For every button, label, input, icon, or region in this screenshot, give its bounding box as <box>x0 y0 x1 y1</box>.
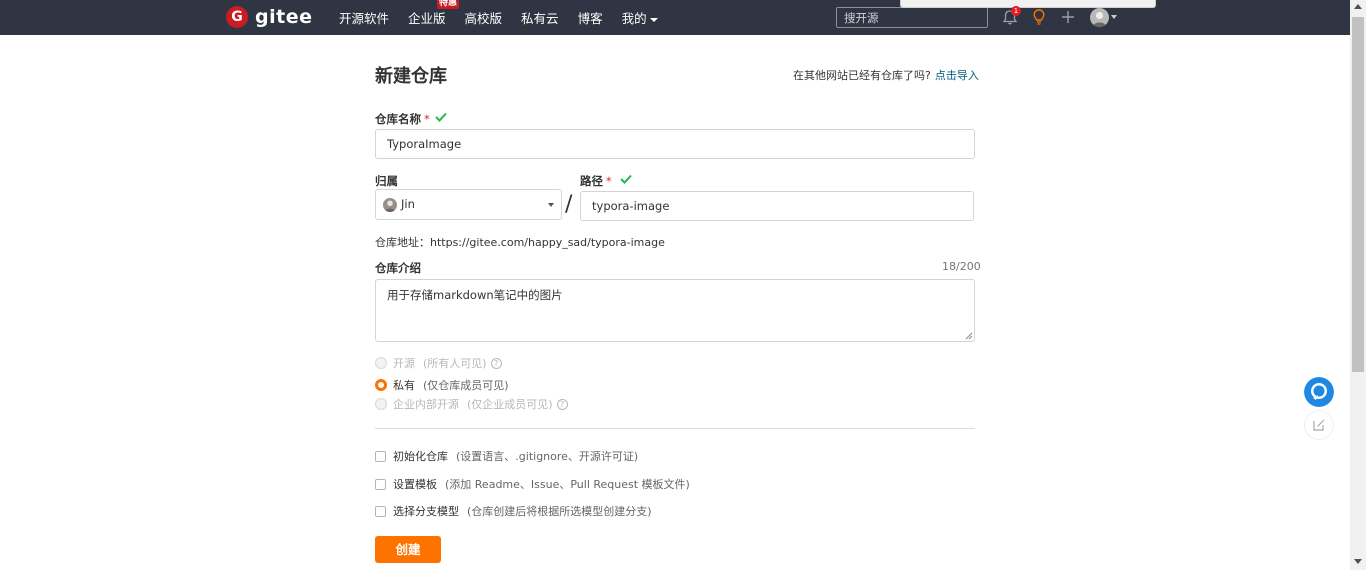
checkbox[interactable] <box>375 505 386 517</box>
import-prompt-text: 在其他网站已经有仓库了吗? <box>793 69 931 82</box>
owner-avatar-image <box>384 200 396 212</box>
caret-down-icon <box>548 203 554 207</box>
scroll-up-arrow-icon[interactable] <box>1354 4 1362 9</box>
nav-item-enterprise[interactable]: 企业版 特惠 <box>408 0 460 27</box>
checkmark-icon <box>620 174 632 184</box>
repo-name-label-text: 仓库名称 <box>375 112 421 126</box>
description-label: 仓库介绍 <box>375 261 421 275</box>
nav-item-education[interactable]: 高校版 <box>465 8 503 27</box>
scrollbar-thumb[interactable] <box>1352 17 1364 372</box>
owner-label: 归属 <box>375 174 398 188</box>
lightbulb-icon[interactable] <box>1030 8 1048 26</box>
path-label: 路径 * <box>580 173 612 189</box>
import-prompt: 在其他网站已经有仓库了吗? 点击导入 <box>793 67 979 83</box>
scroll-down-arrow-icon[interactable] <box>1354 559 1362 564</box>
promo-badge: 特惠 <box>437 0 460 9</box>
help-icon[interactable]: ? <box>490 357 502 369</box>
feedback-edit-icon[interactable] <box>1304 410 1334 440</box>
option-set-template[interactable]: 设置模板 (添加 Readme、Issue、Pull Request 模板文件) <box>375 476 690 492</box>
radio-button <box>375 398 387 410</box>
owner-select[interactable]: Jin <box>375 189 562 220</box>
visibility-sub: (仅仓库成员可见) <box>423 379 509 392</box>
owner-name: Jin <box>401 197 415 211</box>
divider <box>375 428 975 429</box>
nav-item-label: 我的 <box>621 11 647 26</box>
owner-avatar <box>383 198 397 212</box>
checkmark-icon <box>435 112 447 122</box>
visibility-option-enterprise: 企业内部开源 (仅企业成员可见) ? <box>375 396 568 412</box>
user-avatar[interactable] <box>1090 8 1109 27</box>
path-label-text: 路径 <box>580 174 603 188</box>
help-icon[interactable]: ? <box>556 398 568 410</box>
gitee-logo-icon: G <box>226 6 248 28</box>
main-nav: 开源软件 企业版 特惠 高校版 私有云 博客 我的 <box>339 0 677 35</box>
chevron-down-icon[interactable] <box>1111 15 1117 19</box>
visibility-sub: (仅企业成员可见) <box>467 398 553 411</box>
chevron-down-icon <box>649 17 658 22</box>
create-button[interactable]: 创建 <box>375 536 441 563</box>
path-input[interactable]: typora-image <box>580 191 974 221</box>
plus-icon[interactable] <box>1059 8 1077 26</box>
option-sub: (添加 Readme、Issue、Pull Request 模板文件) <box>445 478 690 491</box>
nav-item-open-source[interactable]: 开源软件 <box>339 8 389 27</box>
page-title: 新建仓库 <box>375 66 447 87</box>
import-link[interactable]: 点击导入 <box>935 69 979 82</box>
required-mark: * <box>424 112 430 126</box>
visibility-option-private[interactable]: 私有 (仅仓库成员可见) <box>375 377 509 393</box>
notification-badge: 1 <box>1011 6 1021 16</box>
option-branch-model[interactable]: 选择分支模型 (仓库创建后将根据所选模型创建分支) <box>375 503 652 519</box>
option-label: 选择分支模型 <box>393 505 459 518</box>
brand-name: gitee <box>255 6 313 28</box>
repo-address: 仓库地址：https://gitee.com/happy_sad/typora-… <box>375 236 665 249</box>
required-mark: * <box>606 174 612 188</box>
search-input[interactable] <box>836 7 988 28</box>
description-counter: 18/200 <box>942 260 981 273</box>
option-label: 设置模板 <box>393 478 437 491</box>
chat-assistant-icon[interactable] <box>1304 377 1334 407</box>
checkbox[interactable] <box>375 450 386 462</box>
repo-name-input[interactable]: TyporaImage <box>375 129 975 159</box>
user-avatar-image <box>1092 11 1107 27</box>
description-textarea[interactable]: 用于存储markdown笔记中的图片 <box>375 279 975 342</box>
option-sub: (设置语言、.gitignore、开源许可证) <box>456 450 639 463</box>
visibility-label: 企业内部开源 <box>393 398 459 411</box>
nav-item-label: 企业版 <box>408 11 446 26</box>
nav-item-blog[interactable]: 博客 <box>578 8 603 27</box>
resize-handle-icon[interactable] <box>965 332 973 340</box>
option-init-repo[interactable]: 初始化仓库 (设置语言、.gitignore、开源许可证) <box>375 448 638 464</box>
visibility-label: 私有 <box>393 379 415 392</box>
option-sub: (仓库创建后将根据所选模型创建分支) <box>467 505 652 518</box>
visibility-label: 开源 <box>393 357 415 370</box>
visibility-option-public: 开源 (所有人可见) ? <box>375 355 502 371</box>
option-label: 初始化仓库 <box>393 450 448 463</box>
visibility-sub: (所有人可见) <box>423 357 487 370</box>
radio-button[interactable] <box>375 379 387 391</box>
repo-name-label: 仓库名称 * <box>375 111 430 127</box>
checkbox[interactable] <box>375 478 386 490</box>
path-separator: / <box>565 192 573 217</box>
dropdown-popup-edge <box>900 0 1156 8</box>
nav-item-mine[interactable]: 我的 <box>622 8 658 27</box>
nav-item-private-cloud[interactable]: 私有云 <box>521 8 559 27</box>
radio-button <box>375 357 387 369</box>
gitee-logo[interactable]: G gitee <box>226 6 312 28</box>
